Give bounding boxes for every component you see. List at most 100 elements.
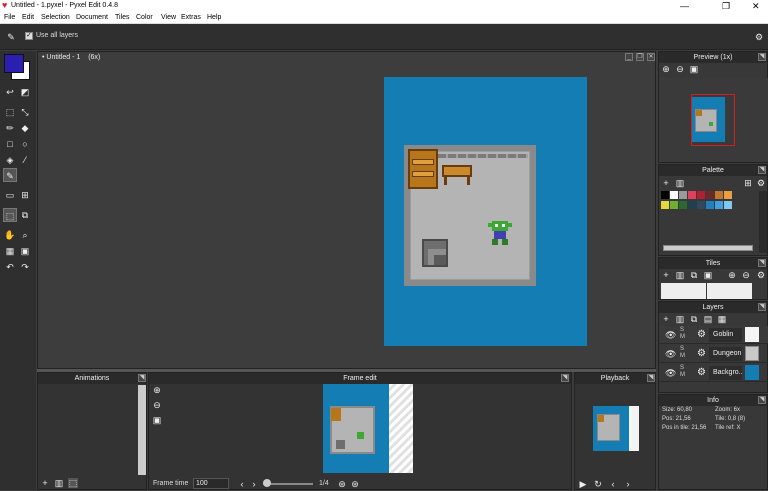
layers-collapse-icon[interactable]: ◥ — [758, 303, 766, 311]
pencil-icon[interactable]: ✏ — [3, 121, 17, 135]
palette-swatch[interactable] — [679, 191, 687, 199]
menu-tiles[interactable]: Tiles — [115, 14, 130, 21]
redo-icon[interactable]: ↷ — [18, 260, 32, 274]
preview-zoom-in-icon[interactable]: ⊕ — [661, 64, 671, 74]
animation-delete-icon[interactable]: ▥ — [54, 478, 64, 488]
tiles-zoom-in-icon[interactable]: ⊕ — [727, 270, 737, 280]
playback-collapse-icon[interactable]: ◥ — [647, 374, 655, 382]
palette-delete-icon[interactable]: ▥ — [675, 178, 685, 188]
ellipse-icon[interactable]: ○ — [18, 137, 32, 151]
rectangle-icon[interactable]: □ — [3, 137, 17, 151]
palette-swatch[interactable] — [670, 191, 678, 199]
chevron-left-icon[interactable]: ‹ — [237, 477, 247, 489]
use-all-layers-checkbox[interactable]: ✓ — [25, 32, 33, 40]
panel-restore-icon[interactable]: ❐ — [636, 53, 644, 61]
frame-slider-handle[interactable] — [263, 479, 271, 487]
palette-swatch[interactable] — [715, 191, 723, 199]
animation-select-icon[interactable]: ⬚ — [68, 478, 78, 488]
magic-wand-icon[interactable]: ⤡ — [18, 105, 32, 119]
palette-collapse-icon[interactable]: ◥ — [758, 166, 766, 174]
palette-swatch[interactable] — [724, 191, 732, 199]
frame-preview[interactable] — [323, 384, 413, 473]
palette-swatch[interactable] — [670, 201, 678, 209]
tile-grid-icon[interactable]: ▦ — [3, 244, 17, 258]
layer-gear-icon[interactable]: ⚙ — [697, 329, 706, 340]
layer-name[interactable]: Backgro... — [709, 366, 742, 380]
preview-area[interactable] — [659, 78, 768, 162]
maximize-button[interactable]: ❐ — [722, 1, 730, 12]
palette-swatch[interactable] — [661, 201, 669, 209]
panel-minimize-icon[interactable]: _ — [625, 53, 633, 61]
next-frame-icon[interactable]: › — [623, 477, 633, 489]
menu-color[interactable]: Color — [136, 14, 153, 21]
animations-scrollbar[interactable] — [138, 385, 146, 475]
undo-icon[interactable]: ↶ — [3, 260, 17, 274]
loop-icon[interactable]: ↻ — [593, 477, 603, 489]
zoom-icon[interactable]: ⌕ — [18, 228, 32, 242]
eye-icon[interactable]: 👁 — [665, 349, 676, 359]
onion-skin-next-icon[interactable]: ⊛ — [350, 477, 360, 489]
layer-row-dungeon[interactable]: 👁 SM ⚙ Dungeon — [659, 345, 768, 363]
menu-selection[interactable]: Selection — [41, 14, 70, 21]
primary-color-swatch[interactable] — [4, 54, 24, 73]
chevron-right-icon[interactable]: › — [249, 477, 259, 489]
palette-swatch[interactable] — [697, 191, 705, 199]
frame-fit-icon[interactable]: ▣ — [152, 415, 162, 425]
info-collapse-icon[interactable]: ◥ — [758, 396, 766, 404]
minimize-button[interactable]: — — [680, 1, 689, 11]
layer-sm-toggles[interactable]: SM — [680, 346, 685, 360]
menu-extras[interactable]: Extras — [181, 14, 201, 21]
settings-gear-icon[interactable]: ⚙ — [752, 30, 766, 44]
palette-settings-icon[interactable]: ⚙ — [756, 178, 766, 188]
document-tab[interactable]: • Untitled - 1 (6x) — [38, 52, 655, 63]
frame-zoom-out-icon[interactable]: ⊖ — [152, 400, 162, 410]
color-picker-icon[interactable]: ✎ — [3, 168, 17, 182]
preview-fit-icon[interactable]: ▣ — [689, 64, 699, 74]
rect-select-icon[interactable]: ⬚ — [3, 105, 17, 119]
tile-slot[interactable] — [707, 283, 752, 299]
tiles-settings-icon[interactable]: ⚙ — [756, 270, 766, 280]
layer-flatten-icon[interactable]: ▦ — [717, 314, 727, 324]
onion-skin-icon[interactable]: ⊛ — [337, 477, 347, 489]
pixel-canvas[interactable] — [384, 77, 587, 346]
swap-colors-icon[interactable]: ↩ — [3, 85, 17, 99]
palette-swatch[interactable] — [706, 201, 714, 209]
preview-collapse-icon[interactable]: ◥ — [758, 53, 766, 61]
pan-hand-icon[interactable]: ✋ — [3, 228, 17, 242]
layer-add-icon[interactable]: + — [661, 314, 671, 324]
layer-gear-icon[interactable]: ⚙ — [697, 348, 706, 359]
palette-swatch[interactable] — [688, 201, 696, 209]
palette-swatch[interactable] — [688, 191, 696, 199]
layer-row-goblin[interactable]: 👁 SM ⚙ Goblin — [659, 326, 768, 344]
menu-view[interactable]: View — [161, 14, 176, 21]
palette-swatch[interactable] — [679, 201, 687, 209]
palette-swatch[interactable] — [697, 201, 705, 209]
eye-icon[interactable]: 👁 — [665, 330, 676, 340]
frame-zoom-in-icon[interactable]: ⊕ — [152, 385, 162, 395]
palette-swatch[interactable] — [715, 201, 723, 209]
palette-swatch[interactable] — [724, 201, 732, 209]
move-selection-icon[interactable]: ⬚ — [3, 208, 17, 222]
palette-scrollbar[interactable] — [663, 245, 753, 251]
tiles-collapse-icon[interactable]: ◥ — [758, 259, 766, 267]
play-icon[interactable]: ▶ — [578, 477, 588, 489]
eraser-icon[interactable]: ◆ — [18, 121, 32, 135]
menu-file[interactable]: File — [4, 14, 15, 21]
prev-frame-icon[interactable]: ‹ — [608, 477, 618, 489]
layer-sm-toggles[interactable]: SM — [680, 327, 685, 341]
tiles-zoom-out-icon[interactable]: ⊖ — [741, 270, 751, 280]
tile-select-icon[interactable]: ⊞ — [18, 188, 32, 202]
close-button[interactable]: ✕ — [752, 1, 760, 12]
menu-help[interactable]: Help — [207, 14, 221, 21]
menu-document[interactable]: Document — [76, 14, 108, 21]
tiles-duplicate-icon[interactable]: ⧉ — [689, 270, 699, 280]
frame-icon[interactable]: ▣ — [18, 244, 32, 258]
animations-collapse-icon[interactable]: ◥ — [138, 374, 146, 382]
palette-swatch[interactable] — [706, 191, 714, 199]
tile-place-icon[interactable]: ▭ — [3, 188, 17, 202]
layer-gear-icon[interactable]: ⚙ — [697, 367, 706, 378]
preview-zoom-out-icon[interactable]: ⊖ — [675, 64, 685, 74]
menu-edit[interactable]: Edit — [22, 14, 34, 21]
eye-icon[interactable]: 👁 — [665, 368, 676, 378]
layer-merge-icon[interactable]: ▤ — [703, 314, 713, 324]
